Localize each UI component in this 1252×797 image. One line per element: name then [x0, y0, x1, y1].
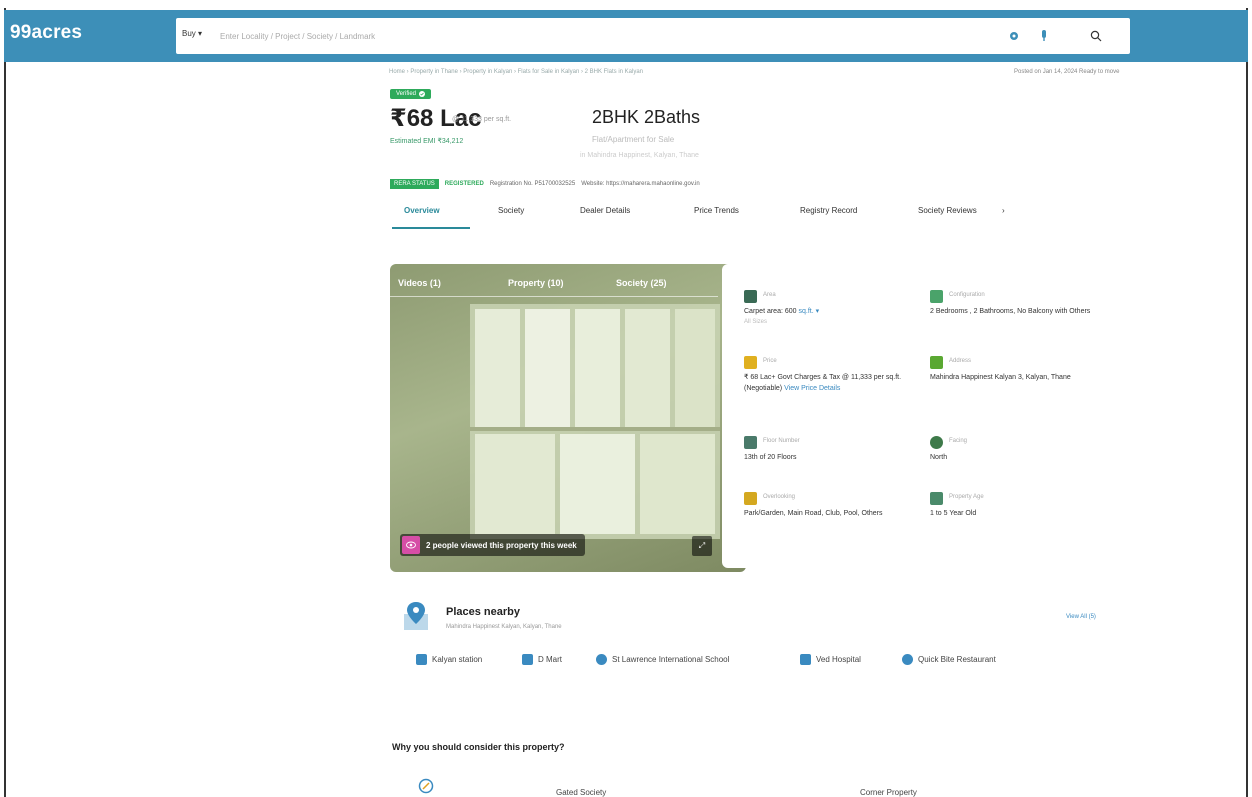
posted-date: Posted on Jan 14, 2024 Ready to move [1014, 69, 1120, 75]
eye-icon [402, 536, 420, 554]
view-all-places-link[interactable]: View All (5) [1066, 614, 1096, 620]
buy-dropdown[interactable]: Buy ▾ [182, 29, 202, 38]
place-label: Kalyan station [432, 655, 483, 664]
price-per-sqft: @ 11,333 per sq.ft. [452, 116, 512, 123]
rera-status-badge[interactable]: RERA STATUS [390, 179, 439, 189]
school-icon [596, 654, 607, 665]
area-icon [744, 290, 757, 303]
site-header: 99acres Buy ▾ [4, 10, 1248, 62]
price-tag-icon [744, 356, 757, 369]
detail-price-value: ₹ 68 Lac+ Govt Charges & Tax @ 11,333 pe… [744, 372, 924, 394]
property-gallery[interactable]: Videos (1) Property (10) Society (25) 2 … [390, 264, 746, 572]
site-logo[interactable]: 99acres [10, 22, 82, 44]
property-details-panel: Area Carpet area: 600 sq.ft. ▾ All Sizes… [722, 264, 1102, 568]
map-pin-icon [404, 602, 428, 630]
rera-reg-no: Registration No. P51700032525 [489, 181, 576, 187]
microphone-icon[interactable] [1036, 28, 1052, 44]
view-price-details-link[interactable]: View Price Details [784, 385, 840, 392]
search-icon[interactable] [1088, 28, 1104, 44]
page-top-edge [0, 0, 1252, 8]
why-corner-property: Corner Property [860, 788, 917, 797]
tab-overview[interactable]: Overview [404, 206, 440, 215]
places-nearby-section: Places nearby Mahindra Happinest Kalyan,… [390, 594, 1116, 684]
place-d-mart[interactable]: D Mart [522, 654, 562, 665]
places-nearby-title: Places nearby [446, 606, 520, 618]
place-hospital[interactable]: Ved Hospital [800, 654, 861, 665]
viewed-text: 2 people viewed this property this week [426, 540, 577, 550]
window-photo [470, 304, 720, 539]
place-kalyan-station[interactable]: Kalyan station [416, 654, 482, 665]
gallery-tab-videos[interactable]: Videos (1) [398, 278, 441, 288]
area-unit-dropdown[interactable]: sq.ft. ▾ [799, 308, 820, 315]
location-icon[interactable] [1006, 28, 1022, 44]
verified-label: Verified [396, 91, 417, 97]
page-right-border [1246, 8, 1248, 797]
floor-icon [744, 436, 757, 449]
page-left-border [4, 8, 6, 797]
rera-row: RERA STATUS REGISTERED Registration No. … [390, 179, 700, 189]
active-tab-indicator [392, 227, 470, 229]
detail-address-label: Address [949, 358, 972, 364]
why-consider-title: Why you should consider this property? [392, 742, 565, 752]
gallery-tab-property[interactable]: Property (10) [508, 278, 564, 288]
calendar-icon [930, 492, 943, 505]
shopping-icon [522, 654, 533, 665]
viewed-count-banner: 2 people viewed this property this week [400, 534, 585, 556]
detail-floor-label: Floor Number [763, 438, 800, 444]
breadcrumb[interactable]: Home › Property in Thane › Property in K… [389, 69, 643, 75]
detail-config-label: Configuration [949, 292, 985, 298]
place-label: D Mart [538, 655, 562, 664]
detail-overlooking-value: Park/Garden, Main Road, Club, Pool, Othe… [744, 510, 883, 517]
tab-society-reviews[interactable]: Society Reviews [918, 206, 977, 215]
search-input[interactable] [220, 26, 920, 46]
hospital-icon [800, 654, 811, 665]
detail-area-label: Area [763, 292, 776, 298]
carpet-area-text: Carpet area: 600 [744, 308, 797, 315]
place-label: St Lawrence International School [612, 655, 730, 664]
compass-icon [930, 436, 943, 449]
detail-age-label: Property Age [949, 494, 984, 500]
train-icon [416, 654, 427, 665]
place-school[interactable]: St Lawrence International School [596, 654, 729, 665]
tabs-next-arrow-icon[interactable]: › [1002, 206, 1005, 215]
detail-overlooking-label: Overlooking [763, 494, 796, 500]
overlooking-icon [744, 492, 757, 505]
detail-config-value: 2 Bedrooms , 2 Bathrooms, No Balcony wit… [930, 308, 1091, 315]
listing-subtitle: Flat/Apartment for Sale [592, 135, 675, 144]
listing-title: 2BHK 2Baths [592, 107, 701, 127]
tab-society[interactable]: Society [498, 206, 524, 215]
address-icon [930, 356, 943, 369]
detail-price-label: Price [763, 358, 777, 364]
detail-floor-value: 13th of 20 Floors [744, 454, 797, 461]
search-bar: Buy ▾ [176, 18, 1130, 54]
detail-age-value: 1 to 5 Year Old [930, 510, 977, 517]
rera-registered: REGISTERED [444, 181, 484, 187]
detail-address-value: Mahindra Happinest Kalyan 3, Kalyan, Tha… [930, 374, 1071, 381]
check-icon [419, 91, 426, 97]
detail-facing-label: Facing [949, 438, 968, 444]
expand-gallery-icon[interactable]: ⤢ [692, 536, 712, 556]
gallery-tab-divider [390, 296, 718, 297]
restaurant-icon [902, 654, 913, 665]
rera-website[interactable]: Website: https://maharera.mahaonline.gov… [581, 181, 700, 187]
gallery-tab-society[interactable]: Society (25) [616, 278, 667, 288]
detail-facing-value: North [930, 454, 948, 461]
configuration-icon [930, 290, 943, 303]
place-restaurant[interactable]: Quick Bite Restaurant [902, 654, 996, 665]
listing-location: in Mahindra Happinest, Kalyan, Thane [580, 152, 699, 159]
verified-badge: Verified [390, 89, 432, 99]
compass-badge-icon [418, 778, 434, 794]
places-nearby-subtitle: Mahindra Happinest Kalyan, Kalyan, Thane [446, 624, 562, 630]
all-sizes-link[interactable]: All Sizes [744, 317, 924, 328]
estimated-emi[interactable]: Estimated EMI ₹34,212 [390, 137, 463, 145]
place-label: Quick Bite Restaurant [918, 655, 996, 664]
tab-dealer-details[interactable]: Dealer Details [580, 206, 630, 215]
why-gated-society: Gated Society [556, 788, 607, 797]
section-tabs: Overview Society Dealer Details Price Tr… [392, 199, 1012, 229]
detail-area-value: Carpet area: 600 sq.ft. ▾ All Sizes [744, 306, 924, 328]
place-label: Ved Hospital [816, 655, 861, 664]
tab-registry-record[interactable]: Registry Record [800, 206, 857, 215]
tab-price-trends[interactable]: Price Trends [694, 206, 739, 215]
